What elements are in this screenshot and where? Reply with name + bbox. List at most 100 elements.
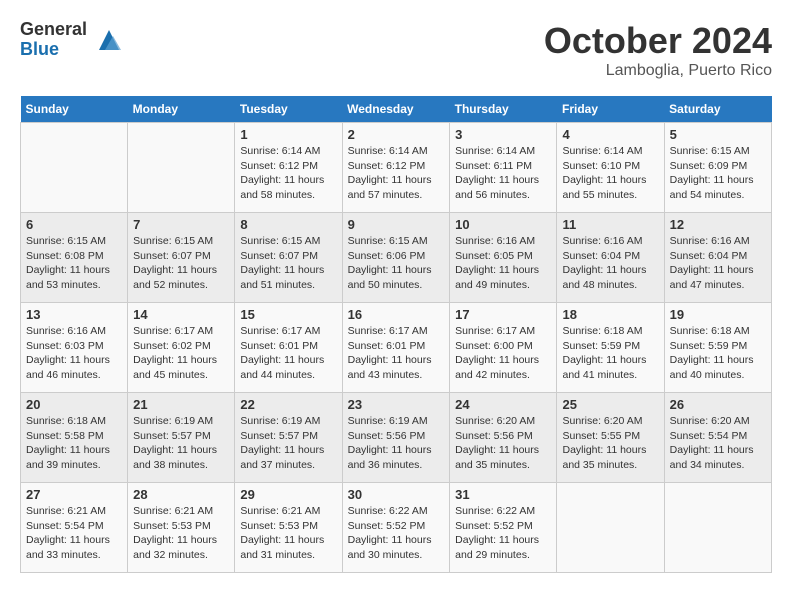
calendar-cell <box>21 123 128 213</box>
calendar-cell: 7 Sunrise: 6:15 AM Sunset: 6:07 PM Daylig… <box>128 213 235 303</box>
day-info: Sunrise: 6:16 AM Sunset: 6:03 PM Dayligh… <box>26 324 122 383</box>
day-number: 23 <box>348 397 445 412</box>
day-info: Sunrise: 6:17 AM Sunset: 6:02 PM Dayligh… <box>133 324 229 383</box>
day-number: 29 <box>240 487 336 502</box>
day-info: Sunrise: 6:15 AM Sunset: 6:06 PM Dayligh… <box>348 234 445 293</box>
day-info: Sunrise: 6:17 AM Sunset: 6:01 PM Dayligh… <box>348 324 445 383</box>
day-number: 10 <box>455 217 551 232</box>
logo: General Blue <box>20 20 125 60</box>
day-number: 31 <box>455 487 551 502</box>
calendar-cell: 14 Sunrise: 6:17 AM Sunset: 6:02 PM Dayli… <box>128 303 235 393</box>
calendar-cell: 27 Sunrise: 6:21 AM Sunset: 5:54 PM Dayli… <box>21 483 128 573</box>
day-info: Sunrise: 6:20 AM Sunset: 5:54 PM Dayligh… <box>670 414 766 473</box>
day-number: 2 <box>348 127 445 142</box>
day-number: 15 <box>240 307 336 322</box>
calendar-cell: 21 Sunrise: 6:19 AM Sunset: 5:57 PM Dayli… <box>128 393 235 483</box>
calendar-cell: 25Sunrise: 6:20 AM Sunset: 5:55 PM Dayli… <box>557 393 664 483</box>
day-number: 17 <box>455 307 551 322</box>
day-info: Sunrise: 6:21 AM Sunset: 5:53 PM Dayligh… <box>240 504 336 563</box>
calendar-cell <box>664 483 771 573</box>
day-info: Sunrise: 6:20 AM Sunset: 5:55 PM Dayligh… <box>562 414 658 473</box>
day-number: 30 <box>348 487 445 502</box>
col-header-wednesday: Wednesday <box>342 96 450 123</box>
day-number: 27 <box>26 487 122 502</box>
day-info: Sunrise: 6:15 AM Sunset: 6:07 PM Dayligh… <box>133 234 229 293</box>
day-info: Sunrise: 6:14 AM Sunset: 6:12 PM Dayligh… <box>240 144 336 203</box>
calendar-cell: 18 Sunrise: 6:18 AM Sunset: 5:59 PM Dayli… <box>557 303 664 393</box>
calendar-cell: 24 Sunrise: 6:20 AM Sunset: 5:56 PM Dayli… <box>450 393 557 483</box>
day-info: Sunrise: 6:14 AM Sunset: 6:11 PM Dayligh… <box>455 144 551 203</box>
col-header-friday: Friday <box>557 96 664 123</box>
calendar-cell: 11Sunrise: 6:16 AM Sunset: 6:04 PM Dayli… <box>557 213 664 303</box>
day-info: Sunrise: 6:16 AM Sunset: 6:04 PM Dayligh… <box>562 234 658 293</box>
day-number: 22 <box>240 397 336 412</box>
location: Lamboglia, Puerto Rico <box>544 62 772 80</box>
day-info: Sunrise: 6:15 AM Sunset: 6:09 PM Dayligh… <box>670 144 766 203</box>
day-number: 28 <box>133 487 229 502</box>
logo-blue: Blue <box>20 40 87 60</box>
calendar-week-row: 27 Sunrise: 6:21 AM Sunset: 5:54 PM Dayli… <box>21 483 772 573</box>
calendar-cell: 1Sunrise: 6:14 AM Sunset: 6:12 PM Daylig… <box>235 123 342 213</box>
calendar-cell <box>128 123 235 213</box>
calendar-cell: 31 Sunrise: 6:22 AM Sunset: 5:52 PM Dayli… <box>450 483 557 573</box>
day-info: Sunrise: 6:22 AM Sunset: 5:52 PM Dayligh… <box>348 504 445 563</box>
day-info: Sunrise: 6:19 AM Sunset: 5:57 PM Dayligh… <box>133 414 229 473</box>
day-info: Sunrise: 6:18 AM Sunset: 5:59 PM Dayligh… <box>670 324 766 383</box>
calendar-week-row: 13 Sunrise: 6:16 AM Sunset: 6:03 PM Dayli… <box>21 303 772 393</box>
day-info: Sunrise: 6:21 AM Sunset: 5:53 PM Dayligh… <box>133 504 229 563</box>
day-info: Sunrise: 6:18 AM Sunset: 5:59 PM Dayligh… <box>562 324 658 383</box>
calendar-table: SundayMondayTuesdayWednesdayThursdayFrid… <box>20 96 772 573</box>
calendar-week-row: 6 Sunrise: 6:15 AM Sunset: 6:08 PM Daylig… <box>21 213 772 303</box>
calendar-cell: 29 Sunrise: 6:21 AM Sunset: 5:53 PM Dayli… <box>235 483 342 573</box>
day-number: 5 <box>670 127 766 142</box>
day-number: 13 <box>26 307 122 322</box>
logo-general: General <box>20 20 87 40</box>
col-header-sunday: Sunday <box>21 96 128 123</box>
day-number: 9 <box>348 217 445 232</box>
day-number: 4 <box>562 127 658 142</box>
calendar-cell: 3 Sunrise: 6:14 AM Sunset: 6:11 PM Daylig… <box>450 123 557 213</box>
day-number: 14 <box>133 307 229 322</box>
day-number: 16 <box>348 307 445 322</box>
day-info: Sunrise: 6:18 AM Sunset: 5:58 PM Dayligh… <box>26 414 122 473</box>
day-number: 21 <box>133 397 229 412</box>
day-number: 19 <box>670 307 766 322</box>
day-number: 6 <box>26 217 122 232</box>
calendar-cell: 15Sunrise: 6:17 AM Sunset: 6:01 PM Dayli… <box>235 303 342 393</box>
calendar-week-row: 20 Sunrise: 6:18 AM Sunset: 5:58 PM Dayli… <box>21 393 772 483</box>
day-info: Sunrise: 6:19 AM Sunset: 5:57 PM Dayligh… <box>240 414 336 473</box>
page-header: General Blue October 2024 Lamboglia, Pue… <box>20 20 772 80</box>
day-number: 3 <box>455 127 551 142</box>
day-info: Sunrise: 6:20 AM Sunset: 5:56 PM Dayligh… <box>455 414 551 473</box>
day-number: 12 <box>670 217 766 232</box>
day-info: Sunrise: 6:21 AM Sunset: 5:54 PM Dayligh… <box>26 504 122 563</box>
col-header-tuesday: Tuesday <box>235 96 342 123</box>
calendar-cell: 22 Sunrise: 6:19 AM Sunset: 5:57 PM Dayli… <box>235 393 342 483</box>
day-info: Sunrise: 6:22 AM Sunset: 5:52 PM Dayligh… <box>455 504 551 563</box>
calendar-cell: 26 Sunrise: 6:20 AM Sunset: 5:54 PM Dayli… <box>664 393 771 483</box>
calendar-cell: 12 Sunrise: 6:16 AM Sunset: 6:04 PM Dayli… <box>664 213 771 303</box>
day-info: Sunrise: 6:16 AM Sunset: 6:04 PM Dayligh… <box>670 234 766 293</box>
day-info: Sunrise: 6:15 AM Sunset: 6:08 PM Dayligh… <box>26 234 122 293</box>
day-number: 18 <box>562 307 658 322</box>
calendar-cell: 20 Sunrise: 6:18 AM Sunset: 5:58 PM Dayli… <box>21 393 128 483</box>
calendar-cell: 6 Sunrise: 6:15 AM Sunset: 6:08 PM Daylig… <box>21 213 128 303</box>
day-number: 24 <box>455 397 551 412</box>
month-title: October 2024 <box>544 20 772 62</box>
calendar-cell: 8Sunrise: 6:15 AM Sunset: 6:07 PM Daylig… <box>235 213 342 303</box>
calendar-cell: 13 Sunrise: 6:16 AM Sunset: 6:03 PM Dayli… <box>21 303 128 393</box>
calendar-cell: 30 Sunrise: 6:22 AM Sunset: 5:52 PM Dayli… <box>342 483 450 573</box>
day-number: 8 <box>240 217 336 232</box>
day-info: Sunrise: 6:14 AM Sunset: 6:10 PM Dayligh… <box>562 144 658 203</box>
calendar-cell: 10 Sunrise: 6:16 AM Sunset: 6:05 PM Dayli… <box>450 213 557 303</box>
col-header-saturday: Saturday <box>664 96 771 123</box>
day-info: Sunrise: 6:16 AM Sunset: 6:05 PM Dayligh… <box>455 234 551 293</box>
day-number: 26 <box>670 397 766 412</box>
calendar-cell: 16 Sunrise: 6:17 AM Sunset: 6:01 PM Dayli… <box>342 303 450 393</box>
day-info: Sunrise: 6:17 AM Sunset: 6:00 PM Dayligh… <box>455 324 551 383</box>
calendar-week-row: 1Sunrise: 6:14 AM Sunset: 6:12 PM Daylig… <box>21 123 772 213</box>
day-number: 7 <box>133 217 229 232</box>
day-number: 20 <box>26 397 122 412</box>
title-block: October 2024 Lamboglia, Puerto Rico <box>544 20 772 80</box>
col-header-thursday: Thursday <box>450 96 557 123</box>
